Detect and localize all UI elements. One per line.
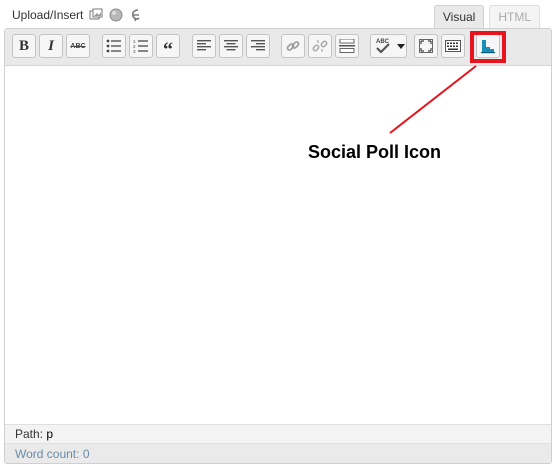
add-media-icon[interactable] bbox=[109, 8, 123, 22]
align-left-icon bbox=[197, 40, 211, 51]
blockquote-icon: “ bbox=[163, 39, 173, 61]
unlink-button[interactable] bbox=[308, 34, 332, 58]
unlink-icon bbox=[312, 40, 328, 52]
social-poll-highlight-box bbox=[470, 31, 506, 63]
kitchen-sink-icon bbox=[445, 40, 461, 52]
formatting-toolbar: B I ABC 1 2 3 “ ABC bbox=[5, 29, 551, 66]
fullscreen-icon bbox=[419, 39, 433, 53]
align-left-button[interactable] bbox=[192, 34, 216, 58]
align-right-icon bbox=[251, 40, 265, 51]
upload-insert-label: Upload/Insert bbox=[12, 8, 84, 22]
editor-content-area[interactable] bbox=[5, 66, 551, 424]
strikethrough-button[interactable]: ABC bbox=[66, 34, 90, 58]
align-right-button[interactable] bbox=[246, 34, 270, 58]
annotation-label: Social Poll Icon bbox=[308, 142, 442, 162]
strikethrough-icon: ABC bbox=[70, 42, 86, 50]
align-center-button[interactable] bbox=[219, 34, 243, 58]
link-icon bbox=[286, 41, 300, 51]
editor-frame: B I ABC 1 2 3 “ ABC Path: p Word count: … bbox=[4, 28, 552, 464]
bulleted-list-button[interactable] bbox=[102, 34, 126, 58]
tab-visual[interactable]: Visual bbox=[433, 5, 485, 28]
bold-icon: B bbox=[18, 37, 29, 54]
bold-button[interactable]: B bbox=[12, 34, 36, 58]
chevron-down-icon bbox=[396, 43, 405, 49]
word-count-bar: Word count: 0 bbox=[5, 443, 551, 463]
add-image-icon[interactable] bbox=[89, 8, 103, 22]
insert-link-button[interactable] bbox=[281, 34, 305, 58]
spellcheck-button[interactable]: ABC bbox=[370, 34, 396, 58]
path-label: Path: bbox=[15, 427, 44, 441]
upload-insert-bar: Upload/Insert bbox=[12, 8, 143, 22]
editor-tabs: Visual HTML bbox=[433, 5, 540, 28]
italic-button[interactable]: I bbox=[39, 34, 63, 58]
italic-icon: I bbox=[48, 37, 54, 54]
spellcheck-dropdown-button[interactable] bbox=[395, 34, 407, 58]
word-count-label: Word count: bbox=[15, 447, 80, 461]
word-count-value: 0 bbox=[82, 447, 90, 461]
path-bar: Path: p bbox=[5, 424, 551, 443]
more-tag-icon bbox=[339, 39, 355, 53]
align-center-icon bbox=[224, 40, 238, 51]
bulleted-list-icon bbox=[106, 39, 121, 53]
path-value[interactable]: p bbox=[46, 427, 53, 441]
add-audio-icon[interactable] bbox=[129, 8, 143, 22]
more-tag-button[interactable] bbox=[335, 34, 359, 58]
kitchen-sink-button[interactable] bbox=[441, 34, 465, 58]
spellcheck-icon: ABC bbox=[376, 39, 390, 54]
numbered-list-button[interactable]: 1 2 3 bbox=[129, 34, 153, 58]
tab-html[interactable]: HTML bbox=[489, 5, 540, 28]
fullscreen-button[interactable] bbox=[414, 34, 438, 58]
blockquote-button[interactable]: “ bbox=[156, 34, 180, 61]
svg-text:3: 3 bbox=[133, 49, 136, 53]
numbered-list-icon: 1 2 3 bbox=[133, 39, 148, 53]
